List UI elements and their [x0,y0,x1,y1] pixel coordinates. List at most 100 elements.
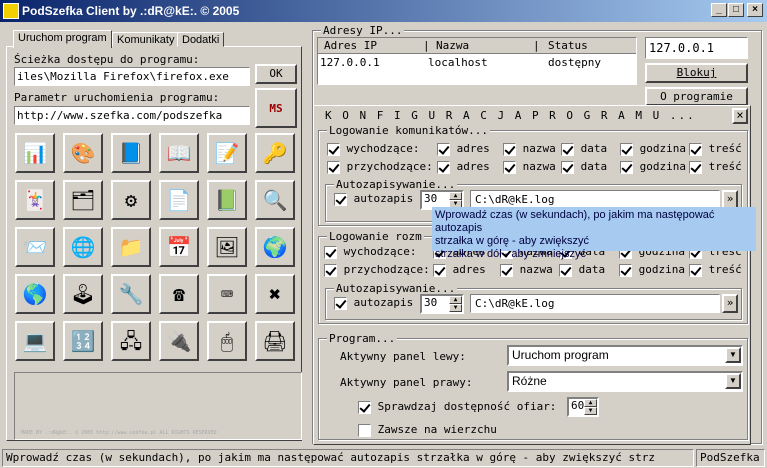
program-shortcut-icon[interactable]: ✖ [255,274,295,314]
col-name[interactable]: Nazwa [436,39,469,52]
tooltip-line: Wprowadź czas (w sekundach), po jakim ma… [435,209,715,234]
program-shortcut-icon[interactable]: 📖 [159,133,199,173]
program-shortcut-icon[interactable]: 🖧 [111,321,151,361]
log-field-checkbox[interactable]: nazwa [503,142,556,156]
path-input[interactable]: iles\Mozilla Firefox\firefox.exe [14,67,250,86]
shortcut-glyph-icon: 🖨 [262,329,288,353]
shortcut-glyph-icon: 🔧 [118,282,144,306]
shortcut-glyph-icon: 📄 [166,188,192,212]
spin-up-icon[interactable]: ▲ [449,296,462,304]
spin-up-icon[interactable]: ▲ [449,192,462,200]
program-shortcut-icon[interactable]: ⌨ [207,274,247,314]
program-shortcut-icon[interactable]: 🌎 [15,274,55,314]
left-panel-select[interactable]: Uruchom program ▼ [507,345,743,366]
program-shortcut-icon[interactable]: 🔑 [255,133,295,173]
program-shortcut-icon[interactable]: 🗂 [63,180,103,220]
program-shortcut-icon[interactable]: 📄 [159,180,199,220]
minimize-button[interactable]: _ [711,3,727,17]
config-close-button[interactable]: × [732,108,748,124]
chevron-down-icon[interactable]: ▼ [725,373,741,389]
program-shortcut-icon[interactable]: ☎ [159,274,199,314]
log-field-checkbox[interactable]: adres [437,160,490,174]
log-row-label[interactable]: wychodzące: [327,142,419,156]
shortcut-glyph-icon: 📊 [22,141,48,165]
row-ip: 127.0.0.1 [320,56,380,69]
log-field-checkbox[interactable]: nazwa [503,160,556,174]
program-shortcut-icon[interactable]: 🔌 [159,321,199,361]
log-field-checkbox[interactable]: adres [433,263,486,277]
program-shortcut-icon[interactable]: 📁 [111,227,151,267]
program-shortcut-icon[interactable]: 🖱 [207,321,247,361]
right-panel-select[interactable]: Różne ▼ [507,371,743,392]
program-shortcut-icon[interactable]: ⚙ [111,180,151,220]
program-shortcut-icon[interactable]: 🎨 [63,133,103,173]
autosave2-spin[interactable]: 30 ▲ ▼ [420,294,464,314]
log-field-label: data [578,263,606,276]
program-shortcut-icon[interactable]: 📘 [111,133,151,173]
program-shortcut-icon[interactable]: 🔧 [111,274,151,314]
program-shortcut-icon[interactable]: 💻 [15,321,55,361]
maximize-button[interactable]: □ [728,3,744,17]
chevron-down-icon[interactable]: ▼ [725,347,741,363]
log-field-checkbox[interactable]: nazwa [500,263,553,277]
program-shortcut-icon[interactable]: 🔢 [63,321,103,361]
shortcut-glyph-icon: 🔑 [262,141,288,165]
param-label: Parametr uruchomienia programu: [14,91,220,104]
about-button[interactable]: O programie [645,87,748,106]
program-shortcut-icon[interactable]: 📅 [159,227,199,267]
autosave2-checkbox[interactable]: autozapis [334,296,413,310]
program-shortcut-icon[interactable]: 🔍 [255,180,295,220]
spin-down-icon[interactable]: ▼ [449,304,462,312]
app-icon [3,3,19,19]
tab-komunikaty[interactable]: Komunikaty [112,32,180,47]
log-field-checkbox[interactable]: godzina [619,263,685,277]
autosave1-checkbox[interactable]: autozapis [334,192,413,206]
program-shortcut-icon[interactable]: 🖼 [207,227,247,267]
check-victims-checkbox[interactable]: Sprawdzaj dostępność ofiar: [358,400,556,414]
ok-button[interactable]: OK [255,64,297,84]
log-conversations-label: Logowanie rozm [327,230,424,243]
table-row[interactable]: 127.0.0.1 localhost dostępny [318,56,636,70]
program-shortcut-icon[interactable]: 📝 [207,133,247,173]
tab-dodatki[interactable]: Dodatki [177,32,225,47]
close-button[interactable]: × [747,3,763,17]
col-status[interactable]: Status [548,39,588,52]
always-on-top-checkbox[interactable]: Zawsze na wierzchu [358,423,497,437]
status-bar: Wprowadź czas (w sekundach), po jakim ma… [0,446,767,468]
program-shortcut-icon[interactable]: 🕹 [63,274,103,314]
log-row-label[interactable]: wychodzące: [324,245,416,259]
col-ip[interactable]: Adres IP [324,39,377,52]
tab-uruchom-program[interactable]: Uruchom program [13,30,112,48]
program-shortcut-icon[interactable]: 📊 [15,133,55,173]
log-field-checkbox[interactable]: treść [689,160,742,174]
program-shortcut-icon[interactable]: 🖨 [255,321,295,361]
spin-down-icon[interactable]: ▼ [584,407,597,415]
log-row-label[interactable]: przychodzące: [327,160,433,174]
log-field-checkbox[interactable]: treść [689,263,742,277]
log-row-label[interactable]: przychodzące: [324,263,430,277]
program-shortcut-icon[interactable]: 📗 [207,180,247,220]
watermark-panel: MADE BY .:dR@kE:. © 2005 http://www.szef… [14,372,302,440]
program-shortcut-icon[interactable]: 🃏 [15,180,55,220]
program-shortcut-icon[interactable]: 📨 [15,227,55,267]
log-field-checkbox[interactable]: godzina [620,160,686,174]
browse2-button[interactable]: » [722,294,738,313]
log-field-checkbox[interactable]: adres [437,142,490,156]
spin-up-icon[interactable]: ▲ [584,399,597,407]
ip-field[interactable]: 127.0.0.1 [645,37,748,59]
shortcut-glyph-icon: ⚙ [124,188,138,212]
program-shortcut-icon[interactable]: 🌐 [63,227,103,267]
program-shortcut-icon[interactable]: 🌍 [255,227,295,267]
log-field-checkbox[interactable]: godzina [620,142,686,156]
param-input[interactable]: http://www.szefka.com/podszefka [14,106,250,125]
block-button[interactable]: Blokuj [645,63,748,83]
log-field-checkbox[interactable]: data [561,142,607,156]
log-field-checkbox[interactable]: data [561,160,607,174]
autosave2-path[interactable]: C:\dR@kE.log [470,294,720,313]
log-field-checkbox[interactable]: treść [689,142,742,156]
log-field-checkbox[interactable]: data [559,263,605,277]
title-bar[interactable]: PodSzefka Client by .:dR@kE:. © 2005 _ □… [0,0,767,22]
check-victims-spin[interactable]: 60 ▲ ▼ [567,397,599,417]
ip-list[interactable]: Adres IP | Nazwa | Status 127.0.0.1 loca… [317,37,637,85]
ms-office-icon[interactable]: MS [255,88,297,128]
